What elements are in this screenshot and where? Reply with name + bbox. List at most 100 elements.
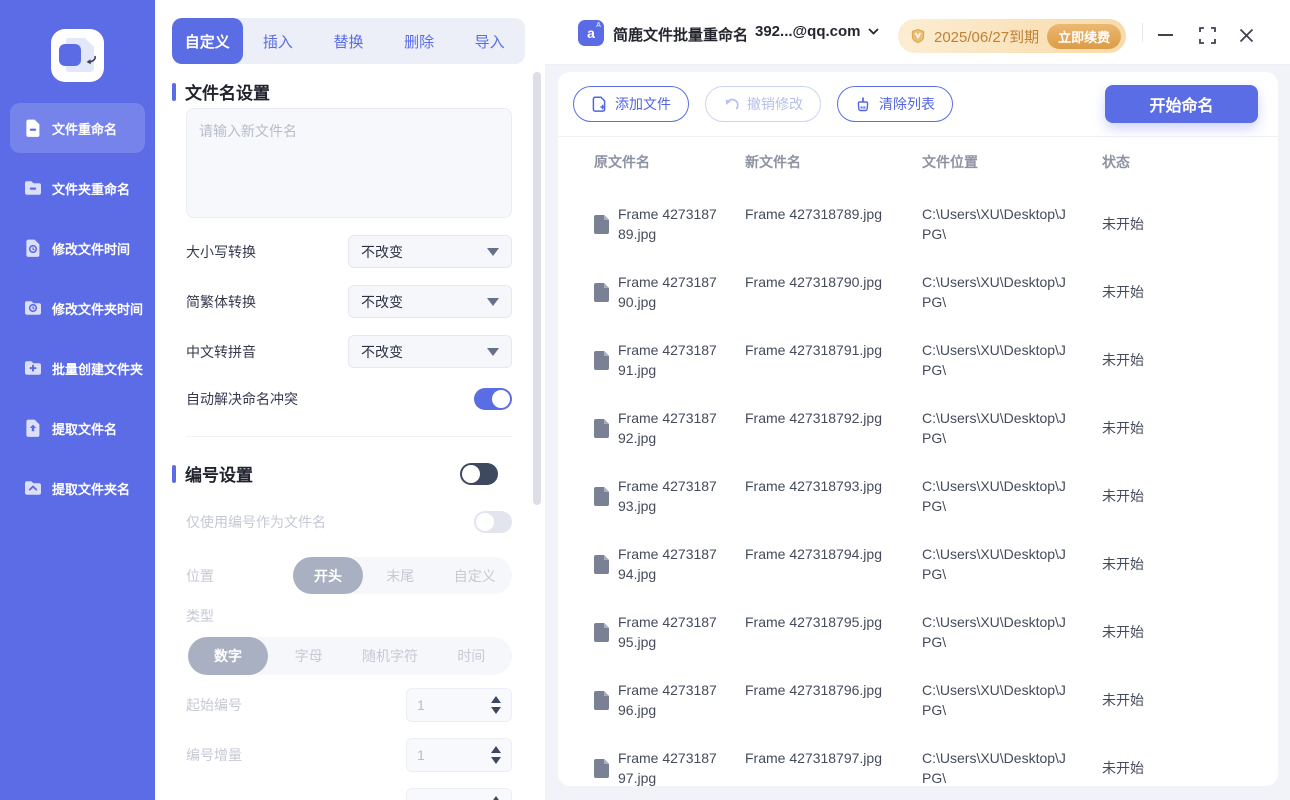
cell-original-name: Frame 427318795.jpg	[618, 614, 717, 650]
numbering-section-header: 编号设置	[172, 461, 498, 486]
segment-option-开头[interactable]: 开头	[293, 557, 363, 594]
header-new-name: 新文件名	[745, 154, 801, 170]
maximize-icon[interactable]	[1199, 27, 1216, 44]
tab-删除[interactable]: 删除	[384, 18, 455, 64]
cell-location: C:\Users\XU\Desktop\JPG\	[922, 410, 1066, 446]
undo-button[interactable]: 撤销修改	[705, 86, 821, 122]
app-icon-letter-small: A	[595, 22, 601, 29]
cell-status: 未开始	[1102, 352, 1144, 368]
sidebar: 文件重命名文件夹重命名 修改文件时间 修改文件夹时间批量创建文件夹提取文件名提取文件…	[0, 0, 155, 800]
file-time-icon	[26, 239, 40, 257]
app-icon-letter: a	[587, 25, 595, 41]
cell-status: 未开始	[1102, 488, 1144, 504]
tab-替换[interactable]: 替换	[313, 18, 384, 64]
only-number-toggle[interactable]	[474, 511, 512, 533]
table-row[interactable]: Frame 427318791.jpg Frame 427318791.jpg C:…	[558, 326, 1278, 394]
partial-stepper[interactable]	[406, 788, 512, 800]
table-row[interactable]: Frame 427318790.jpg Frame 427318790.jpg C:…	[558, 258, 1278, 326]
tab-插入[interactable]: 插入	[243, 18, 314, 64]
table-row[interactable]: Frame 427318797.jpg Frame 427318797.jpg C:…	[558, 734, 1278, 786]
sidebar-item-label: 提取文件名	[52, 421, 118, 437]
sidebar-item-label: 修改文件夹时间	[52, 301, 144, 317]
stepper-up-icon[interactable]	[491, 746, 501, 753]
stepper-arrows[interactable]	[491, 796, 501, 800]
header-original-name: 原文件名	[594, 154, 650, 170]
sidebar-item-提取文件名[interactable]: 提取文件名	[10, 403, 145, 453]
segment-option-时间[interactable]: 时间	[431, 637, 512, 675]
settings-panel: 自定义插入替换删除导入 文件名设置 大小写转换不改变简繁体转换不改变中文转拼音不…	[155, 0, 545, 800]
panel-scrollbar[interactable]	[533, 72, 541, 505]
table-row[interactable]: Frame 427318794.jpg Frame 427318794.jpg C:…	[558, 530, 1278, 598]
select-大小写转换[interactable]: 不改变	[348, 235, 512, 268]
app-logo	[51, 29, 104, 82]
sidebar-menu: 文件重命名文件夹重命名 修改文件时间 修改文件夹时间批量创建文件夹提取文件名提取文件…	[10, 103, 145, 523]
select-label: 中文转拼音	[186, 343, 256, 360]
renew-button[interactable]: 立即续费	[1047, 23, 1122, 49]
document-icon	[594, 555, 609, 574]
stepper-up-icon[interactable]	[491, 796, 501, 800]
increment-stepper[interactable]: 1	[406, 738, 512, 772]
tab-导入[interactable]: 导入	[454, 18, 525, 64]
segment-option-末尾[interactable]: 末尾	[363, 557, 438, 594]
segment-option-随机字符[interactable]: 随机字符	[349, 637, 430, 675]
table-row[interactable]: Frame 427318789.jpg Frame 427318789.jpg C:…	[558, 190, 1278, 258]
start-number-stepper[interactable]: 1	[406, 688, 512, 722]
tab-自定义[interactable]: 自定义	[172, 18, 243, 64]
auto-resolve-row: 自动解决命名冲突	[186, 388, 512, 410]
stepper-up-icon[interactable]	[491, 696, 501, 703]
segment-option-字母[interactable]: 字母	[268, 637, 349, 675]
segment-option-自定义[interactable]: 自定义	[438, 557, 513, 594]
cell-status: 未开始	[1102, 760, 1144, 776]
account-dropdown[interactable]: 392...@qq.com	[755, 23, 879, 40]
stepper-arrows[interactable]	[491, 746, 501, 764]
type-segmented-control: 数字 字母 随机字符 时间	[188, 637, 512, 675]
cell-new-name: Frame 427318794.jpg	[745, 546, 882, 562]
only-number-label: 仅使用编号作为文件名	[186, 514, 326, 530]
create-folders-icon	[25, 361, 41, 375]
license-expiry-text: 2025/06/27到期	[934, 28, 1040, 46]
select-简繁体转换[interactable]: 不改变	[348, 285, 512, 318]
toggle-knob	[462, 464, 480, 483]
file-list: Frame 427318789.jpg Frame 427318789.jpg C:…	[558, 188, 1278, 786]
numbering-toggle[interactable]	[460, 462, 498, 485]
table-row[interactable]: Frame 427318795.jpg Frame 427318795.jpg C:…	[558, 598, 1278, 666]
cell-location: C:\Users\XU\Desktop\JPG\	[922, 478, 1066, 514]
filename-section-header: 文件名设置	[172, 79, 270, 104]
sidebar-item-修改文件夹时间[interactable]: 修改文件夹时间	[10, 283, 145, 333]
close-icon[interactable]	[1239, 28, 1254, 43]
extract-foldername-icon	[25, 481, 41, 495]
table-row[interactable]: Frame 427318792.jpg Frame 427318792.jpg C:…	[558, 394, 1278, 462]
sidebar-item-label: 文件夹重命名	[52, 181, 131, 197]
stepper-arrows[interactable]	[491, 696, 501, 714]
select-label: 大小写转换	[186, 243, 256, 260]
start-number-value: 1	[417, 697, 425, 713]
titlebar-separator	[1142, 23, 1143, 42]
app-icon: a A	[578, 20, 604, 46]
add-files-button[interactable]: 添加文件	[573, 86, 689, 122]
table-row[interactable]: Frame 427318793.jpg Frame 427318793.jpg C:…	[558, 462, 1278, 530]
sidebar-item-文件夹重命名[interactable]: 文件夹重命名	[10, 163, 145, 213]
table-row[interactable]: Frame 427318796.jpg Frame 427318796.jpg C:…	[558, 666, 1278, 734]
chevron-down-icon	[867, 28, 879, 35]
stepper-down-icon[interactable]	[491, 757, 501, 764]
cell-status: 未开始	[1102, 692, 1144, 708]
auto-resolve-toggle[interactable]	[474, 388, 512, 410]
sidebar-item-文件重命名[interactable]: 文件重命名	[10, 103, 145, 153]
cell-new-name: Frame 427318796.jpg	[745, 682, 882, 698]
start-number-row: 起始编号 1	[186, 688, 512, 722]
stepper-down-icon[interactable]	[491, 707, 501, 714]
new-filename-input[interactable]	[186, 108, 512, 218]
sidebar-item-修改文件时间[interactable]: 修改文件时间	[10, 223, 145, 273]
start-rename-button[interactable]: 开始命名	[1105, 85, 1258, 123]
folder-rename-icon	[25, 181, 41, 195]
select-中文转拼音[interactable]: 不改变	[348, 335, 512, 368]
sidebar-item-提取文件夹名[interactable]: 提取文件夹名	[10, 463, 145, 513]
cell-new-name: Frame 427318795.jpg	[745, 614, 882, 630]
sidebar-item-label: 修改文件时间	[52, 241, 131, 257]
segment-option-数字[interactable]: 数字	[188, 637, 268, 675]
cell-original-name: Frame 427318797.jpg	[618, 750, 717, 786]
select-value: 不改变	[361, 243, 403, 260]
clear-list-button[interactable]: 清除列表	[837, 86, 953, 122]
minimize-icon[interactable]	[1158, 34, 1173, 36]
sidebar-item-批量创建文件夹[interactable]: 批量创建文件夹	[10, 343, 145, 393]
